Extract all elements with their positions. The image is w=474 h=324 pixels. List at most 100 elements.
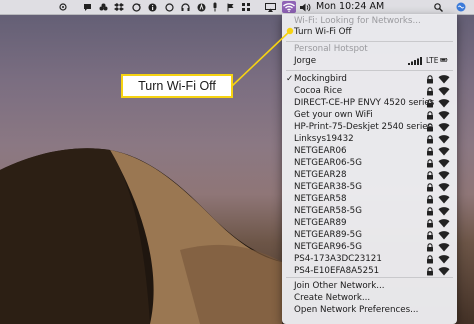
open-network-preferences-item[interactable]: Open Network Preferences... [282,304,457,316]
network-type-label: LTE [426,56,439,65]
lock-icon [427,219,433,228]
network-name-label: NETGEAR58 [294,194,347,204]
menu-separator [286,277,453,278]
wifi-icon[interactable] [282,1,296,13]
sync-icon[interactable] [131,1,141,13]
lock-icon [427,87,433,96]
lock-icon [427,255,433,264]
network-item[interactable]: HP-Print-75-Deskjet 2540 series [282,121,457,133]
lock-icon [427,135,433,144]
extension-icon[interactable] [58,1,68,13]
wifi-signal-icon [438,207,450,216]
wifi-signal-icon [438,111,450,120]
lock-icon [427,183,433,192]
wifi-signal-icon [438,243,450,252]
siri-icon[interactable] [455,1,466,13]
network-name-label: NETGEAR96-5G [294,242,362,252]
network-item[interactable]: NETGEAR89-5G [282,229,457,241]
lock-icon [427,111,433,120]
lock-icon [427,123,433,132]
wifi-signal-icon [438,219,450,228]
network-item[interactable]: Get your own WiFi [282,109,457,121]
menu-separator [286,41,453,42]
lock-icon [427,243,433,252]
message-icon[interactable] [82,1,92,13]
network-item[interactable]: PS4-E10EFA8A5251 [282,265,457,277]
callout-label: Turn Wi-Fi Off [121,74,233,98]
lock-icon [427,195,433,204]
network-name-label: NETGEAR06 [294,146,347,156]
lock-icon [427,159,433,168]
adobe-icon[interactable] [196,1,206,13]
microphone-icon[interactable] [211,1,219,13]
wifi-signal-icon [438,171,450,180]
wifi-signal-icon [438,267,450,276]
lock-icon [427,75,433,84]
network-name-label: DIRECT-CE-HP ENVY 4520 series [294,98,435,108]
network-item[interactable]: NETGEAR28 [282,169,457,181]
network-item[interactable]: NETGEAR89 [282,217,457,229]
network-name-label: Cocoa Rice [294,86,343,96]
hotspot-header-label: Personal Hotspot [294,44,368,54]
flower-icon[interactable] [98,1,108,13]
lock-icon [427,267,433,276]
network-name-label: NETGEAR89 [294,218,347,228]
turn-wifi-off-item[interactable]: Turn Wi-Fi Off [282,26,457,38]
menubar-clock[interactable]: Mon 10:24 AM [316,0,384,14]
network-name-label: NETGEAR89-5G [294,230,362,240]
dropbox-icon[interactable] [114,1,124,13]
create-network-item[interactable]: Create Network... [282,292,457,304]
network-item[interactable]: PS4-173A3DC23121 [282,253,457,265]
network-item[interactable]: ✓ Mockingbird [282,73,457,85]
wifi-dropdown-menu: Wi-Fi: Looking for Networks... Turn Wi-F… [282,14,457,324]
network-name-label: HP-Print-75-Deskjet 2540 series [294,122,433,132]
turn-wifi-off-label: Turn Wi-Fi Off [294,27,352,37]
network-item[interactable]: Linksys19432 [282,133,457,145]
join-other-network-item[interactable]: Join Other Network... [282,280,457,292]
wifi-signal-icon [438,195,450,204]
network-name-label: NETGEAR06-5G [294,158,362,168]
network-name-label: NETGEAR38-5G [294,182,362,192]
hotspot-item[interactable]: Jorge LTE [282,55,457,67]
volume-icon[interactable] [300,1,311,13]
info-icon[interactable] [147,1,157,13]
network-item[interactable]: NETGEAR06-5G [282,157,457,169]
airplay-icon[interactable] [265,1,276,13]
grid-icon[interactable] [241,1,250,13]
wifi-signal-icon [438,135,450,144]
network-item[interactable]: NETGEAR96-5G [282,241,457,253]
wifi-signal-icon [438,255,450,264]
flag-icon[interactable] [226,1,234,13]
lock-icon [427,99,433,108]
network-item[interactable]: NETGEAR58-5G [282,205,457,217]
lock-icon [427,171,433,180]
search-icon[interactable] [433,1,443,13]
network-item[interactable]: NETGEAR06 [282,145,457,157]
open-network-preferences-label: Open Network Preferences... [294,305,419,315]
checkmark-icon: ✓ [286,74,294,84]
lock-icon [427,147,433,156]
battery-icon [440,58,448,62]
create-network-label: Create Network... [294,293,371,303]
wifi-signal-icon [438,99,450,108]
wifi-signal-icon [438,159,450,168]
network-item[interactable]: Cocoa Rice [282,85,457,97]
network-item[interactable]: DIRECT-CE-HP ENVY 4520 series [282,97,457,109]
wifi-signal-icon [438,123,450,132]
lock-icon [427,231,433,240]
wifi-signal-icon [438,147,450,156]
network-name-label: PS4-E10EFA8A5251 [294,266,380,276]
lock-icon [427,207,433,216]
network-item[interactable]: NETGEAR38-5G [282,181,457,193]
circle-icon[interactable] [164,1,174,13]
wifi-signal-icon [438,231,450,240]
wifi-signal-icon [438,183,450,192]
signal-bars-icon [408,57,422,65]
hotspot-name-label: Jorge [294,56,317,66]
join-other-network-label: Join Other Network... [294,281,385,291]
network-name-label: NETGEAR28 [294,170,347,180]
headphones-icon[interactable] [180,1,190,13]
hotspot-header: Personal Hotspot [282,43,457,55]
network-item[interactable]: NETGEAR58 [282,193,457,205]
network-name-label: Get your own WiFi [294,110,373,120]
